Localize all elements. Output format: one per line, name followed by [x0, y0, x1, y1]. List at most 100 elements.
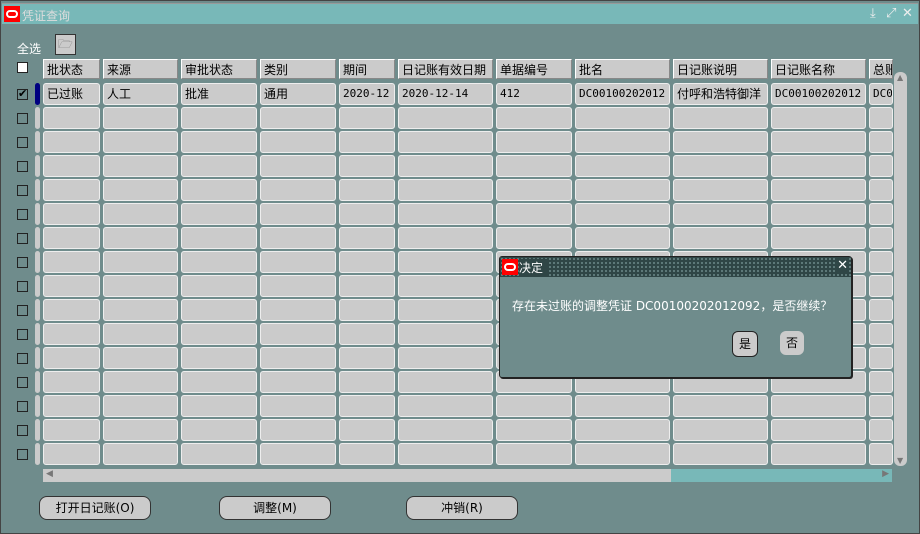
table-cell[interactable] [339, 227, 395, 249]
table-cell[interactable] [181, 323, 257, 345]
table-cell[interactable] [771, 227, 866, 249]
table-cell[interactable] [869, 131, 893, 153]
table-cell[interactable] [103, 395, 178, 417]
row-checkbox[interactable] [17, 185, 28, 196]
table-cell[interactable] [103, 419, 178, 441]
table-cell[interactable]: DC0 [869, 83, 893, 105]
table-cell[interactable] [869, 395, 893, 417]
table-cell[interactable] [43, 443, 100, 465]
table-cell[interactable] [260, 443, 336, 465]
table-cell[interactable] [339, 179, 395, 201]
row-checkbox[interactable] [17, 401, 28, 412]
table-cell[interactable] [181, 299, 257, 321]
table-cell[interactable] [43, 275, 100, 297]
table-cell[interactable] [339, 107, 395, 129]
table-cell[interactable] [339, 131, 395, 153]
table-cell[interactable] [260, 323, 336, 345]
table-cell[interactable] [103, 203, 178, 225]
table-cell[interactable] [339, 203, 395, 225]
table-cell[interactable] [673, 203, 768, 225]
table-cell[interactable] [869, 323, 893, 345]
row-checkbox[interactable] [17, 137, 28, 148]
table-cell[interactable] [181, 443, 257, 465]
table-cell[interactable] [575, 155, 670, 177]
no-button[interactable]: 否 [780, 331, 804, 355]
table-cell[interactable] [339, 419, 395, 441]
row-indicator[interactable] [35, 251, 40, 273]
table-cell[interactable] [771, 203, 866, 225]
table-cell[interactable] [103, 179, 178, 201]
table-cell[interactable] [260, 155, 336, 177]
reverse-button[interactable]: 冲销(R) [406, 496, 518, 520]
vertical-scrollbar[interactable]: ▲ ▼ [894, 72, 907, 466]
row-indicator[interactable] [35, 227, 40, 249]
table-cell[interactable] [869, 275, 893, 297]
table-cell[interactable] [398, 347, 493, 369]
table-cell[interactable] [869, 155, 893, 177]
row-indicator[interactable] [35, 275, 40, 297]
row-checkbox[interactable] [17, 425, 28, 436]
table-cell[interactable] [496, 395, 572, 417]
table-cell[interactable] [398, 299, 493, 321]
table-cell[interactable] [398, 419, 493, 441]
row-checkbox[interactable] [17, 377, 28, 388]
scroll-down-icon[interactable]: ▼ [897, 456, 903, 465]
table-cell[interactable] [339, 347, 395, 369]
table-cell[interactable] [496, 419, 572, 441]
table-cell[interactable] [398, 251, 493, 273]
table-cell[interactable] [43, 395, 100, 417]
table-cell[interactable] [398, 275, 493, 297]
table-cell[interactable]: 人工 [103, 83, 178, 105]
table-cell[interactable] [260, 395, 336, 417]
adjust-button[interactable]: 调整(M) [219, 496, 331, 520]
table-cell[interactable] [43, 251, 100, 273]
table-cell[interactable] [103, 155, 178, 177]
row-indicator[interactable] [35, 83, 40, 105]
table-cell[interactable] [181, 395, 257, 417]
table-cell[interactable] [398, 443, 493, 465]
column-header[interactable]: 批名 [575, 59, 670, 79]
table-cell[interactable] [496, 107, 572, 129]
close-icon[interactable]: ✕ [902, 6, 913, 21]
table-cell[interactable]: DC00100202012 [575, 83, 670, 105]
table-cell[interactable] [771, 419, 866, 441]
table-cell[interactable] [260, 251, 336, 273]
table-cell[interactable]: 付呼和浩特御洋 [673, 83, 768, 105]
table-cell[interactable] [339, 155, 395, 177]
table-cell[interactable] [181, 155, 257, 177]
table-cell[interactable] [673, 107, 768, 129]
row-indicator[interactable] [35, 179, 40, 201]
table-cell[interactable] [260, 179, 336, 201]
table-cell[interactable] [181, 107, 257, 129]
table-cell[interactable] [869, 347, 893, 369]
open-journal-button[interactable]: 打开日记账(O) [39, 496, 151, 520]
table-cell[interactable] [181, 131, 257, 153]
table-cell[interactable] [260, 371, 336, 393]
table-cell[interactable] [869, 443, 893, 465]
open-folder-button[interactable]: 🗁 [55, 34, 76, 55]
table-cell[interactable] [260, 107, 336, 129]
table-cell[interactable] [673, 155, 768, 177]
table-cell[interactable] [181, 203, 257, 225]
row-indicator[interactable] [35, 347, 40, 369]
table-cell[interactable] [339, 395, 395, 417]
table-cell[interactable] [103, 251, 178, 273]
table-cell[interactable] [181, 275, 257, 297]
row-checkbox[interactable] [17, 281, 28, 292]
table-cell[interactable] [575, 203, 670, 225]
table-cell[interactable] [771, 155, 866, 177]
table-cell[interactable] [673, 227, 768, 249]
table-cell[interactable] [43, 227, 100, 249]
table-cell[interactable] [575, 131, 670, 153]
yes-button[interactable]: 是 [732, 331, 758, 357]
table-cell[interactable]: 已过账 [43, 83, 100, 105]
table-cell[interactable] [43, 203, 100, 225]
row-indicator[interactable] [35, 131, 40, 153]
table-cell[interactable] [181, 179, 257, 201]
column-header[interactable]: 期间 [339, 59, 395, 79]
column-header[interactable]: 类别 [260, 59, 336, 79]
row-checkbox[interactable] [17, 233, 28, 244]
table-cell[interactable] [43, 155, 100, 177]
row-indicator[interactable] [35, 155, 40, 177]
table-cell[interactable] [575, 395, 670, 417]
